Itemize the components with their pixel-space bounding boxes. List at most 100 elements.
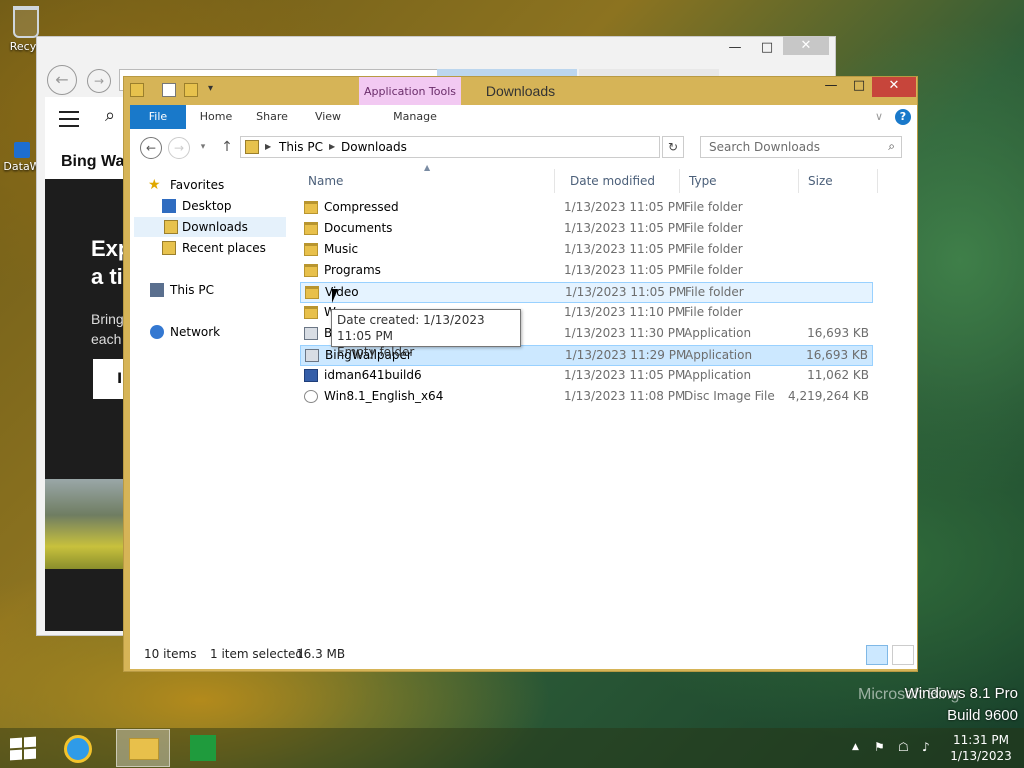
nav-item-label: Downloads: [182, 220, 248, 234]
tab-view[interactable]: View: [306, 105, 350, 129]
system-tray: ▲ ⚑ ☖ ♪ 11:31 PM 1/13/2023: [850, 728, 1020, 768]
maximize-button[interactable]: □: [751, 37, 783, 61]
back-button[interactable]: ←: [140, 137, 162, 159]
column-headers: Name ▲ Date modified Type Size: [300, 163, 890, 193]
tab-share[interactable]: Share: [250, 105, 294, 129]
context-tab-application-tools: Application Tools: [359, 77, 461, 105]
file-row[interactable]: idman641build6 1/13/2023 11:05 PM Applic…: [300, 366, 873, 387]
breadcrumb-this-pc[interactable]: This PC: [279, 140, 323, 154]
file-date: 1/13/2023 11:05 PM: [564, 242, 686, 256]
app-shortcut-icon: [14, 142, 30, 158]
file-explorer-window[interactable]: ▾ Downloads Application Tools — □ ✕ File…: [123, 76, 918, 672]
file-type: File folder: [685, 285, 744, 299]
file-date: 1/13/2023 11:05 PM: [565, 285, 687, 299]
nav-item-desktop[interactable]: Desktop: [162, 196, 232, 216]
ribbon-expand-chevron-icon[interactable]: ∨: [871, 105, 887, 129]
address-bar[interactable]: ▶ This PC ▶ Downloads ∨: [240, 136, 760, 158]
file-date: 1/13/2023 11:30 PM: [564, 326, 686, 340]
folder-icon: [305, 286, 319, 299]
recycle-bin-icon: [13, 6, 39, 38]
folder-icon: [304, 264, 318, 277]
network-icon[interactable]: ☖: [898, 740, 909, 754]
column-header-type[interactable]: Type: [681, 169, 799, 193]
tab-home[interactable]: Home: [192, 105, 240, 129]
file-explorer-icon: [129, 738, 159, 760]
search-icon[interactable]: ⌕: [105, 105, 115, 126]
hamburger-menu-icon[interactable]: [59, 111, 79, 132]
folder-icon: [304, 243, 318, 256]
show-hidden-icons-icon[interactable]: ▲: [852, 742, 859, 752]
column-header-date-modified[interactable]: Date modified: [562, 169, 680, 193]
recent-locations-dropdown[interactable]: ▾: [192, 137, 214, 159]
window-title: Downloads: [485, 83, 556, 99]
refresh-button[interactable]: ↻: [662, 136, 684, 158]
page-title: Bing Wal: [61, 153, 129, 170]
back-button[interactable]: ←: [47, 65, 77, 95]
large-icons-view-icon[interactable]: [892, 645, 914, 665]
file-row[interactable]: Documents 1/13/2023 11:05 PM File folder: [300, 219, 873, 240]
start-button[interactable]: [8, 736, 36, 761]
action-center-flag-icon[interactable]: ⚑: [874, 740, 885, 754]
nav-item-network[interactable]: Network: [150, 322, 220, 342]
file-row[interactable]: Win8.1_English_x64 1/13/2023 11:08 PM Di…: [300, 387, 873, 408]
search-input[interactable]: [701, 137, 871, 157]
sort-indicator-icon: ▲: [424, 163, 431, 172]
title-bar[interactable]: ▾ Downloads Application Tools — □ ✕: [124, 77, 917, 105]
internet-explorer-icon: [64, 735, 92, 763]
file-row[interactable]: Compressed 1/13/2023 11:05 PM File folde…: [300, 198, 873, 219]
file-date: 1/13/2023 11:05 PM: [564, 368, 686, 382]
minimize-button[interactable]: —: [719, 37, 751, 61]
app-icon: [305, 349, 319, 362]
breadcrumb-separator-icon[interactable]: ▶: [265, 142, 271, 151]
details-view-icon[interactable]: [866, 645, 888, 665]
browser-title-bar: — □ ✕: [37, 37, 835, 61]
network-icon: [150, 325, 164, 339]
up-button[interactable]: ↑: [216, 137, 238, 159]
hero-banner: Exp a ti Bring each I: [45, 179, 141, 479]
tab-manage[interactable]: Manage: [370, 105, 460, 129]
file-name: Music: [324, 242, 359, 256]
file-row[interactable]: Music 1/13/2023 11:05 PM File folder: [300, 240, 873, 261]
close-button[interactable]: ✕: [872, 77, 916, 97]
selection-size: 16.3 MB: [296, 647, 346, 661]
taskbar-internet-explorer[interactable]: [54, 729, 104, 767]
file-date: 1/13/2023 11:05 PM: [564, 263, 686, 277]
taskbar-store[interactable]: [178, 729, 228, 767]
downloads-folder-icon: [245, 140, 259, 154]
nav-item-this-pc[interactable]: This PC: [150, 280, 214, 300]
file-size: 11,062 KB: [807, 368, 869, 382]
column-header-name[interactable]: Name: [300, 169, 555, 193]
help-icon[interactable]: ?: [895, 109, 911, 125]
nav-item-recent-places[interactable]: Recent places: [162, 238, 266, 258]
file-name: Video: [325, 285, 359, 299]
close-button[interactable]: ✕: [783, 37, 829, 55]
forward-button[interactable]: →: [87, 69, 111, 93]
maximize-button[interactable]: □: [844, 77, 874, 97]
file-name: Documents: [324, 221, 393, 235]
file-row[interactable]: Programs 1/13/2023 11:05 PM File folder: [300, 261, 873, 282]
file-row[interactable]: Video 1/13/2023 11:05 PM File folder: [300, 282, 873, 303]
breadcrumb-downloads[interactable]: Downloads: [341, 140, 407, 154]
column-header-size[interactable]: Size: [800, 169, 878, 193]
tooltip-line: Empty folder: [337, 345, 415, 359]
nav-item-downloads[interactable]: Downloads: [134, 217, 286, 237]
nav-item-favorites[interactable]: ★ Favorites: [148, 175, 224, 195]
hero-text-line: Bring: [91, 311, 124, 327]
search-box: ⌕: [700, 136, 902, 158]
file-type: File folder: [684, 305, 743, 319]
file-date: 1/13/2023 11:08 PM: [564, 389, 686, 403]
forward-button[interactable]: →: [168, 137, 190, 159]
volume-icon[interactable]: ♪: [922, 740, 930, 754]
file-size: 4,219,264 KB: [788, 389, 869, 403]
search-icon[interactable]: ⌕: [888, 139, 895, 154]
nav-item-label: Recent places: [182, 241, 266, 255]
navigation-bar: ← → ▾ ↑ ▶ This PC ▶ Downloads ∨ ↻ ⌕: [130, 129, 917, 165]
breadcrumb-separator-icon[interactable]: ▶: [329, 142, 335, 151]
tab-file[interactable]: File: [130, 105, 186, 129]
star-icon: ★: [148, 177, 161, 193]
clock[interactable]: 11:31 PM 1/13/2023: [946, 732, 1016, 764]
minimize-button[interactable]: —: [816, 77, 846, 97]
disc-image-icon: [304, 390, 318, 403]
file-size: 16,693 KB: [806, 348, 868, 362]
taskbar-file-explorer[interactable]: [116, 729, 170, 767]
